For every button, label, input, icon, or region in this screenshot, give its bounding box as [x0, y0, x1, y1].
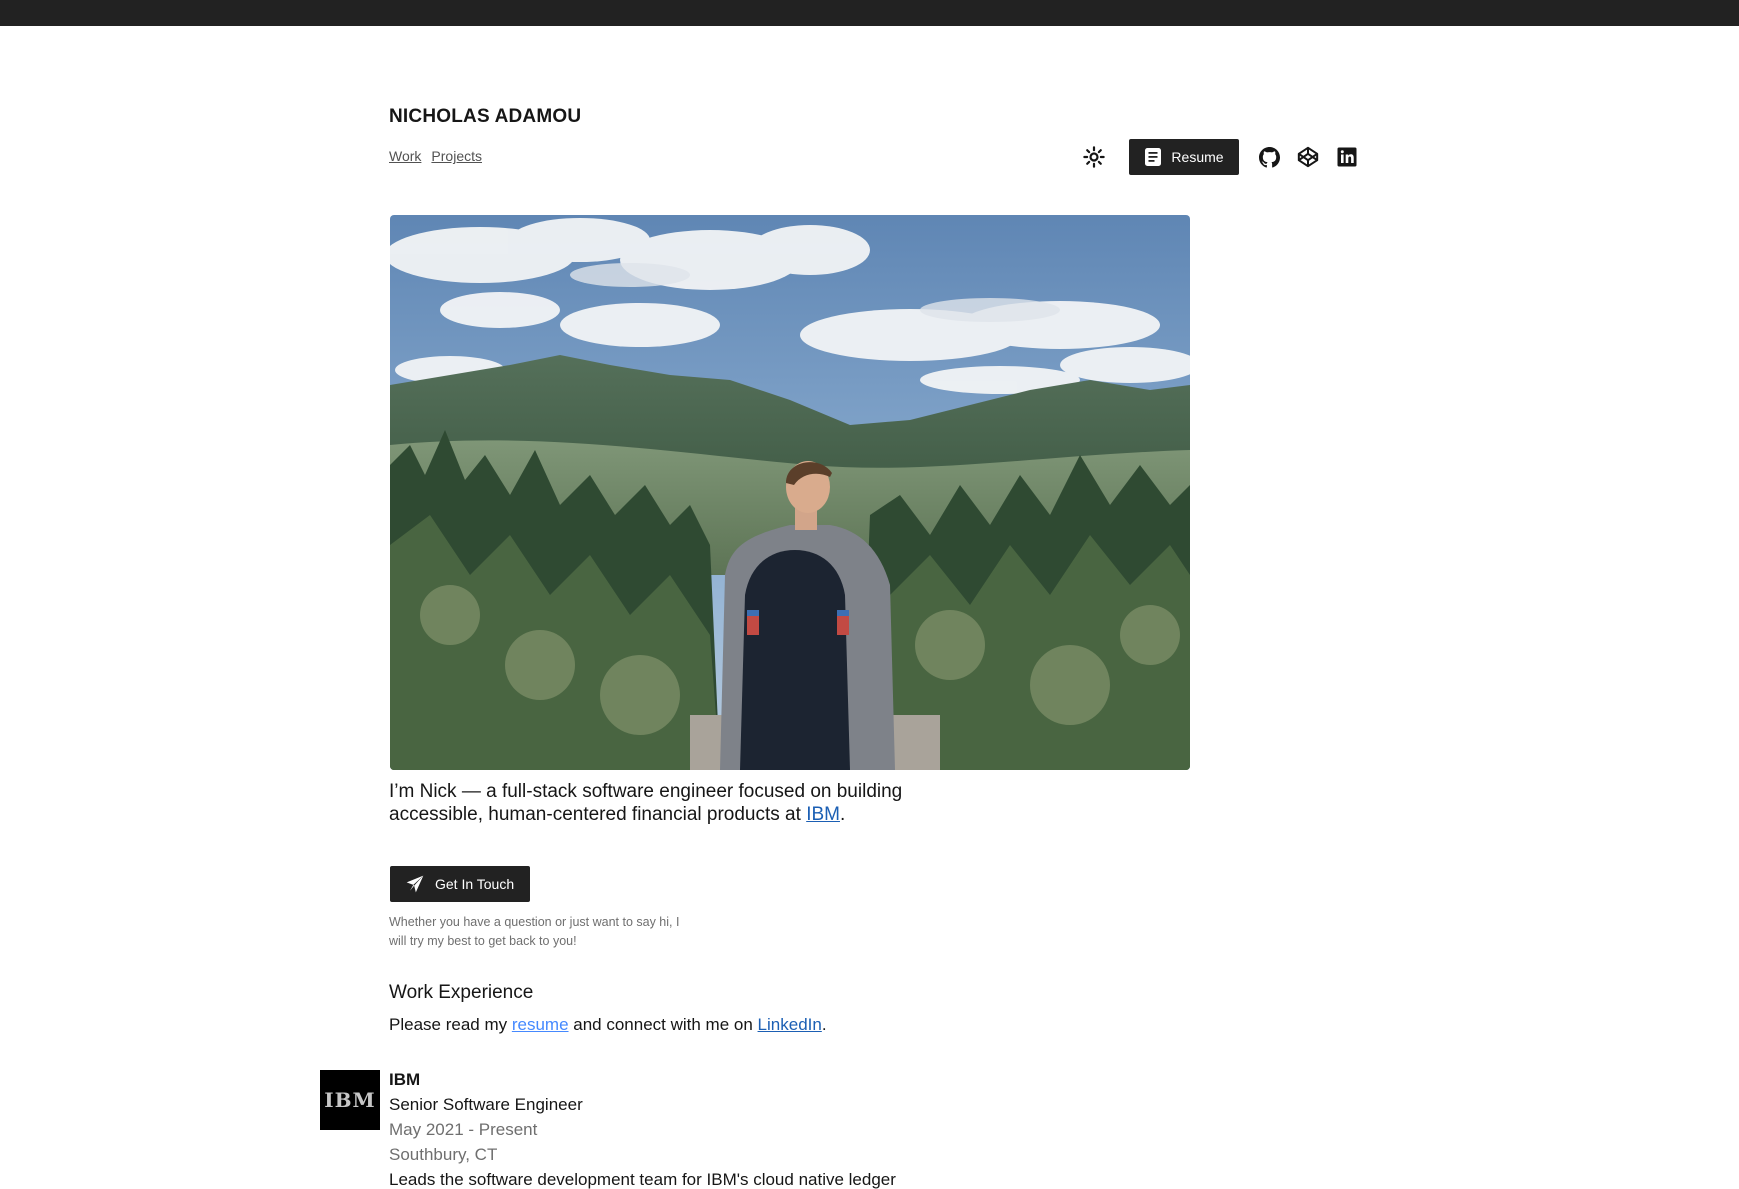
resume-link[interactable]: resume	[512, 1015, 569, 1034]
browser-top-bar	[0, 0, 1739, 26]
document-icon	[1145, 148, 1162, 166]
codepen-link[interactable]	[1294, 143, 1322, 171]
send-icon	[406, 875, 424, 893]
main-nav: Work Projects	[389, 148, 482, 164]
nav-link-projects[interactable]: Projects	[431, 148, 482, 164]
intro-text-end: .	[839, 804, 846, 825]
intro-paragraph: I’m Nick — a full-stack software enginee…	[389, 780, 949, 826]
get-in-touch-label: Get In Touch	[435, 876, 515, 892]
linkedin-icon	[1337, 147, 1357, 167]
theme-toggle-button[interactable]	[1080, 143, 1108, 171]
logo-text: IBM	[324, 1088, 376, 1112]
work-intro-part: Please read my	[389, 1015, 512, 1034]
resume-button[interactable]: Resume	[1129, 139, 1239, 175]
header-toolbar: Resume	[1080, 139, 1361, 175]
social-links	[1255, 143, 1361, 171]
job-entry: IBM Senior Software Engineer May 2021 - …	[389, 1067, 896, 1189]
github-link[interactable]	[1255, 143, 1283, 171]
job-location: Southbury, CT	[389, 1145, 498, 1164]
work-intro-text: Please read my resume and connect with m…	[389, 1015, 827, 1035]
job-description: Leads the software development team for …	[389, 1170, 896, 1189]
get-in-touch-button[interactable]: Get In Touch	[390, 866, 530, 902]
intro-ibm-link[interactable]: IBM	[806, 804, 840, 825]
company-logo-ibm: IBM	[320, 1070, 380, 1130]
github-icon	[1258, 146, 1280, 167]
codepen-icon	[1297, 146, 1319, 168]
work-intro-part: and connect with me on	[568, 1015, 758, 1034]
site-brand[interactable]: NICHOLAS ADAMOU	[389, 106, 581, 128]
hiker-mountain-photo	[390, 215, 1190, 770]
linkedin-link[interactable]	[1333, 143, 1361, 171]
linkedin-text-link[interactable]: LinkedIn	[758, 1015, 822, 1034]
work-experience-heading: Work Experience	[389, 982, 534, 1003]
job-dates: May 2021 - Present	[389, 1120, 538, 1139]
sun-icon	[1083, 146, 1105, 168]
job-company: IBM	[389, 1070, 421, 1089]
nav-link-work[interactable]: Work	[389, 148, 421, 164]
resume-button-label: Resume	[1171, 149, 1224, 165]
hero-photo	[390, 215, 1190, 770]
job-title: Senior Software Engineer	[389, 1095, 583, 1114]
contact-note: Whether you have a question or just want…	[389, 915, 680, 948]
work-intro-part: .	[821, 1015, 827, 1034]
